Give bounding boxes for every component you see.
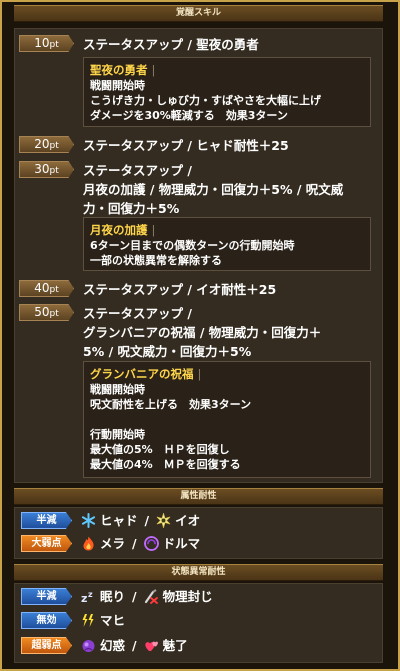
awakening-skills-panel: 10pt ステータスアップ / 聖夜の勇者 聖夜の勇者 | 戦闘開始時 こうげき力… — [14, 28, 383, 483]
resistance-row-halved: 半減 zz 眠り / 物理封じ — [21, 588, 376, 606]
skill-title: ステータスアップ / イオ耐性＋25 — [83, 282, 277, 297]
pt-badge: 40pt — [19, 280, 74, 297]
confusion-icon — [81, 638, 96, 653]
resistance-row-major-weakness: 大弱点 メラ / ドルマ — [21, 535, 376, 553]
skill-title: ステータスアップ / グランバニアの祝福 / 物理威力・回復力＋ 5% / 呪文… — [83, 306, 322, 359]
element-label: ヒャド — [100, 513, 138, 528]
pt-badge: 30pt — [19, 161, 74, 178]
skill-description-box: グランバニアの祝福 | 戦闘開始時 呪文耐性を上げる 効果3ターン 行動開始時 最… — [83, 361, 371, 478]
resistance-row-super-weakness: 超弱点 幻惑 / 魅了 — [21, 637, 376, 655]
skill-title: ステータスアップ / 聖夜の勇者 — [83, 37, 259, 52]
resistance-items: 幻惑 / 魅了 — [81, 637, 188, 654]
status-resistance-header: 状態異常耐性 — [14, 564, 383, 581]
status-label: 魅了 — [162, 638, 188, 653]
awakening-skills-title: 覚醒スキル — [175, 8, 221, 18]
skill-title: ステータスアップ / 月夜の加護 / 物理威力・回復力＋5% / 呪文威 力・回… — [83, 163, 344, 216]
resistance-items: ヒャド / イオ — [81, 512, 200, 529]
skill-effect-text: 戦闘開始時 呪文耐性を上げる 効果3ターン 行動開始時 最大値の5% ＨＰを回復… — [90, 383, 252, 471]
svg-text:z: z — [81, 592, 87, 604]
ice-icon — [81, 513, 96, 528]
skill-description-box: 月夜の加護 | 6ターン目までの偶数ターンの行動開始時 一部の状態異常を解除する — [83, 217, 371, 271]
status-resistance-panel: 半減 zz 眠り / 物理封じ 無効 マヒ 超弱点 幻惑 / 魅了 — [14, 583, 383, 663]
element-resistance-panel: 半減 ヒャド / イオ 大弱点 メラ / ドルマ — [14, 507, 383, 559]
awakening-skills-header: 覚醒スキル — [14, 5, 383, 22]
charm-icon — [144, 638, 159, 653]
element-resistance-title: 属性耐性 — [180, 491, 217, 501]
element-resistance-header: 属性耐性 — [14, 488, 383, 505]
resistance-row-immune: 無効 マヒ — [21, 612, 376, 630]
resistance-badge: 半減 — [21, 512, 72, 529]
skill-effect-name: 聖夜の勇者 | — [90, 63, 156, 77]
physical-seal-icon — [144, 589, 159, 604]
resistance-badge: 超弱点 — [21, 637, 72, 654]
resistance-badge: 半減 — [21, 588, 72, 605]
pt-badge: 20pt — [19, 136, 74, 153]
darkness-icon — [143, 536, 159, 551]
element-label: メラ — [100, 536, 126, 551]
resistance-badge: 大弱点 — [21, 535, 72, 552]
resistance-row-halved: 半減 ヒャド / イオ — [21, 512, 376, 530]
status-resistance-title: 状態異常耐性 — [171, 567, 226, 577]
resistance-badge: 無効 — [21, 612, 72, 629]
fire-icon — [81, 536, 96, 551]
status-label: マヒ — [100, 613, 126, 628]
pt-badge: 50pt — [19, 304, 74, 321]
skill-title: ステータスアップ / ヒャド耐性＋25 — [83, 138, 289, 153]
status-label: 幻惑 — [100, 638, 126, 653]
skill-effect-name: グランバニアの祝福 | — [90, 367, 202, 381]
resistance-items: メラ / ドルマ — [81, 535, 200, 552]
skill-effect-text: 6ターン目までの偶数ターンの行動開始時 一部の状態異常を解除する — [90, 239, 295, 267]
explosion-icon — [156, 512, 171, 529]
resistance-items: マヒ — [81, 612, 125, 629]
element-label: イオ — [175, 513, 201, 528]
resistance-items: zz 眠り / 物理封じ — [81, 589, 213, 605]
skill-description-box: 聖夜の勇者 | 戦闘開始時 こうげき力・しゅび力・すばやさを大幅に上げ ダメージを… — [83, 57, 371, 127]
paralysis-icon — [81, 613, 96, 628]
status-label: 眠り — [100, 589, 126, 604]
skill-effect-text: 戦闘開始時 こうげき力・しゅび力・すばやさを大幅に上げ ダメージを30%軽減する… — [90, 79, 321, 122]
sleep-icon: zz — [81, 589, 96, 605]
status-label: 物理封じ — [162, 589, 213, 604]
pt-badge: 10pt — [19, 35, 74, 52]
element-label: ドルマ — [162, 536, 201, 551]
skill-effect-name: 月夜の加護 | — [90, 223, 156, 237]
svg-text:z: z — [88, 590, 93, 599]
